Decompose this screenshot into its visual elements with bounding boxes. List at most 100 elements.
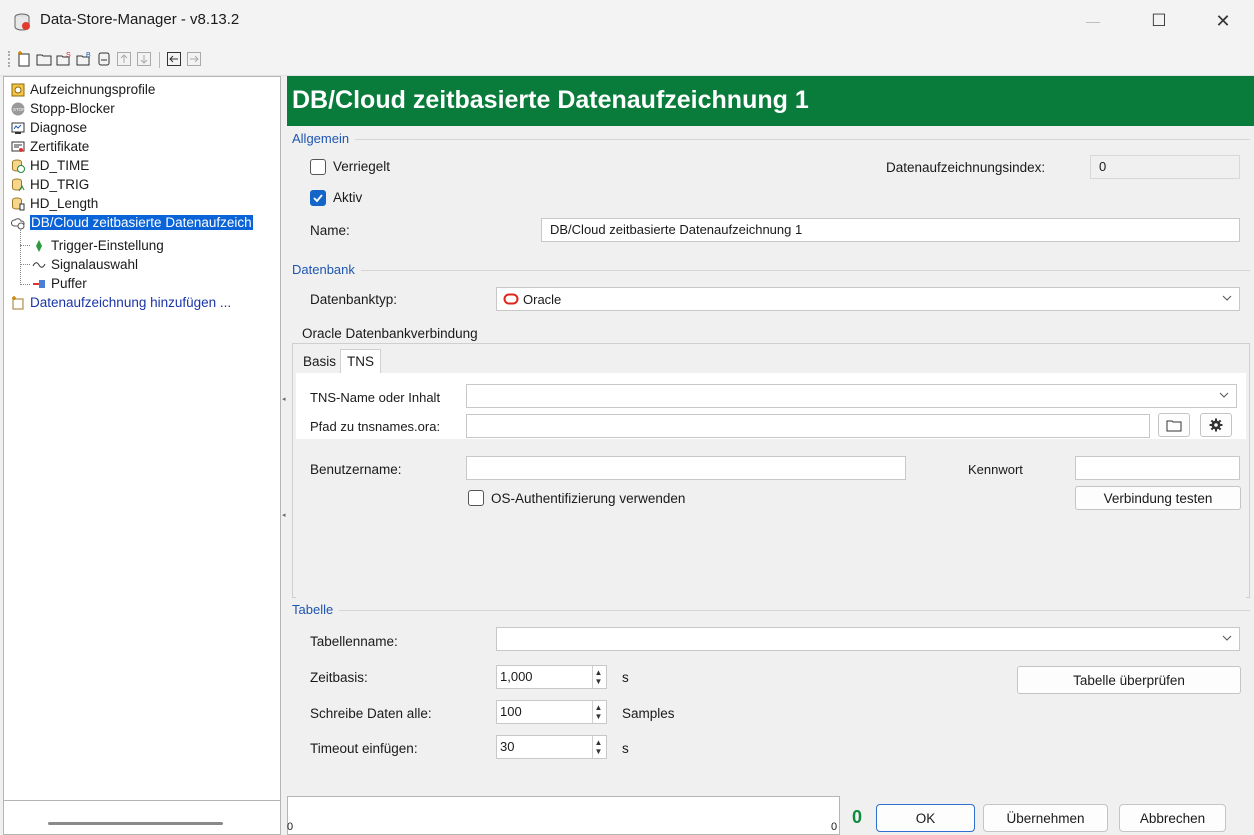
tree-item-add-recording[interactable]: Datenaufzeichnung hinzufügen ... [11,293,231,312]
os-auth-checkbox[interactable] [468,490,484,506]
open-folder-icon[interactable] [36,51,52,67]
db-type-label: Datenbanktyp: [310,292,398,307]
table-name-label: Tabellenname: [310,634,398,649]
tab-basis[interactable]: Basis [297,350,342,374]
certificate-icon [11,141,25,152]
tnsnames-path-field[interactable] [466,414,1150,438]
active-label: Aktiv [333,190,363,205]
username-field[interactable] [466,456,906,480]
apply-button[interactable]: Übernehmen [983,804,1108,832]
svg-text:S: S [66,52,71,59]
tree-item-db-cloud-recording[interactable]: DB/Cloud zeitbasierte Datenaufzeich [11,213,253,232]
stop-icon: STOP [11,102,25,115]
arrow-right-icon[interactable] [186,51,202,67]
browse-folder-button[interactable] [1158,413,1190,437]
close-button[interactable]: ✕ [1200,0,1246,42]
ok-button[interactable]: OK [876,804,975,832]
timeout-field[interactable]: 30 [496,735,607,759]
tree-item-zertifikate[interactable]: Zertifikate [11,137,89,156]
trigger-recording-icon [12,178,25,191]
zeitbasis-unit: s [622,670,629,685]
section-divider [292,139,1250,140]
toolbar-separator [159,52,160,68]
zeitbasis-spinner[interactable]: ▲ ▼ [592,666,604,688]
tree-item-trigger-einstellung[interactable]: Trigger-Einstellung [32,236,164,255]
move-up-icon[interactable] [116,51,132,67]
time-recording-icon [12,159,25,173]
profiles-icon [11,83,25,96]
message-counter: 0 [852,807,863,827]
check-table-button[interactable]: Tabelle überprüfen [1017,666,1241,694]
signal-icon [32,261,46,268]
database-icon[interactable] [96,51,112,67]
page-title: DB/Cloud zeitbasierte Datenaufzeichnung … [292,86,809,114]
tab-tns[interactable]: TNS [340,349,381,374]
timeout-label: Timeout einfügen: [310,741,418,756]
tree-item-stopp-blocker[interactable]: STOP Stopp-Blocker [11,99,115,118]
password-field[interactable] [1075,456,1240,480]
minimize-button[interactable]: — [1070,0,1116,42]
write-interval-spinner[interactable]: ▲ ▼ [592,701,604,723]
cancel-button[interactable]: Abbrechen [1119,804,1226,832]
section-divider [292,270,1250,271]
db-type-dropdown[interactable]: Oracle [496,287,1240,311]
chevron-down-icon [1222,295,1232,301]
zeitbasis-field[interactable]: 1,000 [496,665,607,689]
name-field[interactable]: DB/Cloud zeitbasierte Datenaufzeichnung … [541,218,1240,242]
splitter-collapse-icon[interactable]: ◂ [282,512,286,520]
tree-connector [20,245,30,246]
tree-connector [20,230,21,285]
folder-icon [1166,420,1182,432]
tree-item-puffer[interactable]: Puffer [32,274,87,293]
tree-item-aufzeichnungsprofile[interactable]: Aufzeichnungsprofile [11,80,155,99]
app-icon [14,13,30,31]
cloud-recording-icon [11,217,25,229]
write-interval-field[interactable]: 100 [496,700,607,724]
tree-connector [20,284,30,285]
test-connection-button[interactable]: Verbindung testen [1075,486,1241,510]
db-type-value: Oracle [523,292,562,307]
os-auth-label: OS-Authentifizierung verwenden [491,491,686,506]
section-allgemein: Allgemein [292,131,356,146]
tree-item-hd-length[interactable]: HD_Length [11,194,98,213]
tree-horizontal-scrollbar[interactable] [48,822,223,825]
name-label: Name: [310,223,350,238]
active-checkbox[interactable] [310,190,326,206]
save-s-icon[interactable]: S [56,51,72,67]
maximize-button[interactable]: ☐ [1136,0,1182,42]
navigation-tree: Aufzeichnungsprofile STOP Stopp-Blocker … [3,76,281,801]
locked-checkbox[interactable] [310,159,326,175]
timeout-unit: s [622,741,629,756]
chevron-down-icon [1222,635,1232,641]
tree-item-signalauswahl[interactable]: Signalauswahl [32,255,138,274]
buffer-icon [33,279,45,288]
toolbar-grip [8,51,10,67]
splitter-collapse-icon[interactable]: ◂ [282,396,286,404]
tree-item-hd-time[interactable]: HD_TIME [11,156,89,175]
svg-text:STOP: STOP [13,107,25,112]
recording-index-field: 0 [1090,155,1240,179]
section-datenbank: Datenbank [292,262,361,277]
recording-index-label: Datenaufzeichnungsindex: [886,160,1046,175]
trigger-icon [36,239,42,252]
oracle-group-title: Oracle Datenbankverbindung [302,326,478,341]
new-profile-icon[interactable] [16,51,32,67]
tns-name-dropdown[interactable] [466,384,1237,408]
chevron-down-icon [1219,392,1229,398]
tree-item-hd-trig[interactable]: HD_TRIG [11,175,89,194]
tree-scroll-area [3,801,281,835]
timeout-spinner[interactable]: ▲ ▼ [592,736,604,758]
window-title: Data-Store-Manager - v8.13.2 [40,11,240,28]
status-left-value: 0 [287,821,294,833]
tns-name-label: TNS-Name oder Inhalt [310,390,441,405]
write-interval-label: Schreibe Daten alle: [310,706,432,721]
table-name-dropdown[interactable] [496,627,1240,651]
save-b-icon[interactable]: B [76,51,92,67]
zeitbasis-label: Zeitbasis: [310,670,368,685]
tree-item-diagnose[interactable]: Diagnose [11,118,87,137]
settings-button[interactable] [1200,413,1232,437]
checkmark-icon [313,194,323,203]
arrow-left-icon[interactable] [166,51,182,67]
move-down-icon[interactable] [136,51,152,67]
tree-connector [20,264,30,265]
